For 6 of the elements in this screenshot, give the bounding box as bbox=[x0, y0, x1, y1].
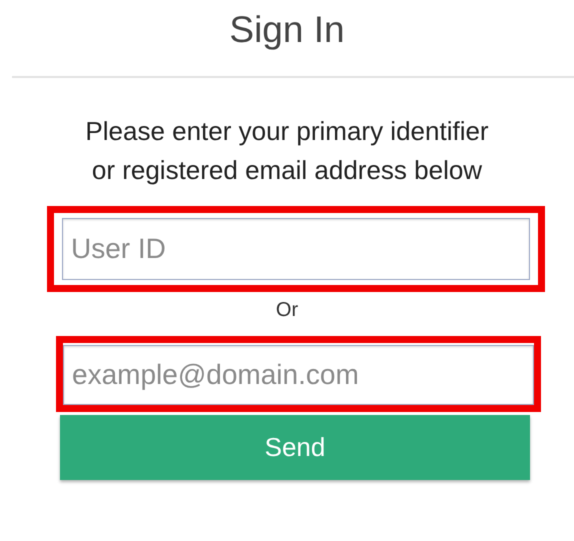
separator-text: Or bbox=[276, 298, 298, 322]
input-field[interactable]: example@domain.com bbox=[63, 345, 534, 405]
send-button[interactable]: Send bbox=[60, 415, 530, 480]
page-title: Sign In bbox=[229, 8, 345, 52]
instruction-text: Please enter your primary identifier or registered email address below bbox=[84, 115, 490, 187]
input-field[interactable]: User ID bbox=[62, 218, 530, 280]
